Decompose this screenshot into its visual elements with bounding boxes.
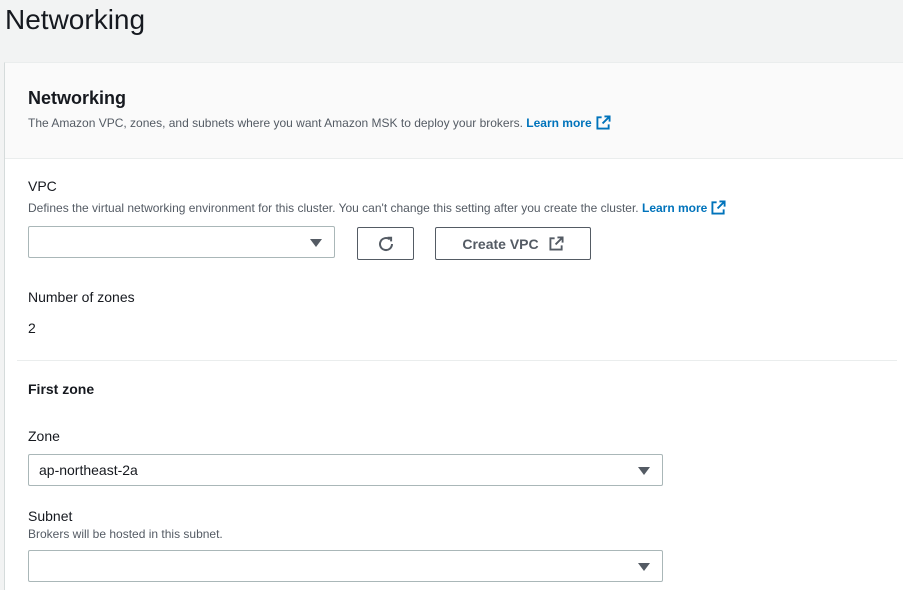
- caret-down-icon: [310, 239, 322, 247]
- refresh-vpc-button[interactable]: [357, 227, 414, 260]
- external-link-icon: [711, 200, 726, 215]
- first-zone-title: First zone: [28, 381, 95, 397]
- section-divider: [17, 360, 897, 361]
- vpc-learn-more-label: Learn more: [641, 201, 708, 215]
- refresh-icon: [378, 236, 393, 251]
- zones-value: 2: [28, 320, 36, 336]
- zone-select[interactable]: ap-northeast-2a: [28, 454, 663, 486]
- panel-learn-more-link[interactable]: Learn more: [526, 115, 611, 130]
- caret-down-icon: [638, 467, 650, 475]
- subnet-description: Brokers will be hosted in this subnet.: [28, 527, 223, 541]
- create-vpc-label: Create VPC: [462, 235, 539, 252]
- panel-learn-more-label: Learn more: [526, 116, 592, 130]
- zone-select-value: ap-northeast-2a: [39, 462, 138, 478]
- vpc-label: VPC: [28, 178, 57, 194]
- vpc-learn-more-link[interactable]: Learn more: [641, 200, 726, 215]
- caret-down-icon: [638, 563, 650, 571]
- subnet-select[interactable]: [28, 550, 663, 582]
- panel-header: Networking The Amazon VPC, zones, and su…: [5, 63, 903, 159]
- networking-panel: Networking The Amazon VPC, zones, and su…: [4, 62, 903, 590]
- vpc-select[interactable]: [28, 226, 335, 258]
- vpc-description-text: Defines the virtual networking environme…: [28, 201, 639, 215]
- page-title: Networking: [5, 4, 146, 35]
- zones-label: Number of zones: [28, 289, 135, 305]
- panel-description-text: The Amazon VPC, zones, and subnets where…: [28, 116, 523, 130]
- external-link-icon: [549, 236, 564, 251]
- panel-title: Networking: [28, 88, 127, 108]
- external-link-icon: [596, 115, 611, 130]
- panel-description: The Amazon VPC, zones, and subnets where…: [28, 115, 611, 131]
- subnet-label: Subnet: [28, 508, 73, 524]
- create-vpc-button[interactable]: Create VPC: [435, 227, 591, 260]
- zone-label: Zone: [28, 428, 60, 444]
- vpc-description: Defines the virtual networking environme…: [28, 200, 726, 216]
